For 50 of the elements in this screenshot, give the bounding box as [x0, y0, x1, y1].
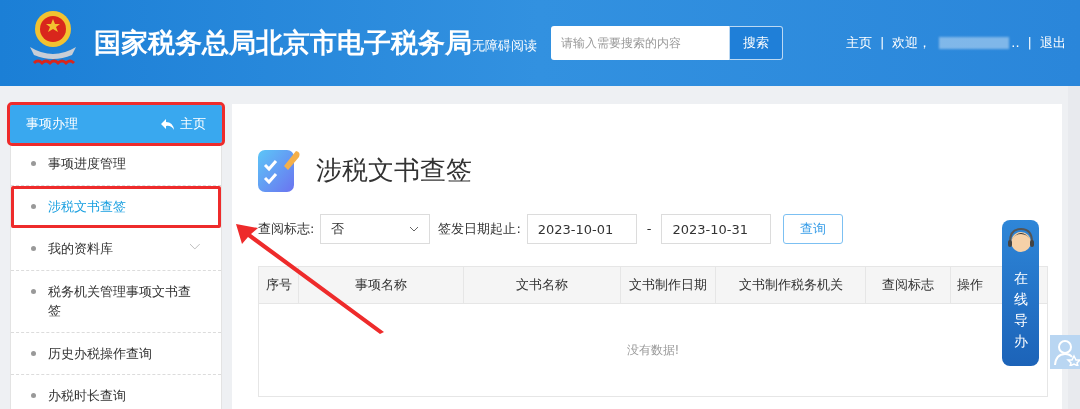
item-label: 事项进度管理	[48, 155, 127, 173]
search-button[interactable]: 搜索	[729, 26, 783, 60]
date-separator: -	[646, 220, 652, 239]
bullet-icon	[31, 161, 36, 166]
page-title: 涉税文书查签	[316, 153, 472, 187]
logout-link[interactable]: 退出	[1040, 33, 1066, 53]
ellipsis-text: ..	[1011, 34, 1020, 53]
section-title: 事项办理	[26, 115, 78, 134]
search-field[interactable]: 请输入需要搜索的内容	[551, 26, 729, 60]
column-header: 序号	[265, 276, 292, 295]
column-header: 查阅标志	[882, 276, 934, 295]
read-flag-label: 查阅标志:	[258, 220, 315, 239]
item-label: 历史办税操作查询	[48, 344, 153, 363]
column-header: 文书制作税务机关	[738, 276, 843, 295]
bullet-icon	[31, 350, 36, 356]
welcome-text: 欢迎，	[892, 34, 932, 53]
site-title: 国家税务总局北京市电子税务局	[94, 25, 472, 60]
chevron-down-icon	[409, 226, 420, 232]
end-date-field[interactable]: 2023-10-31	[661, 214, 772, 244]
bullet-icon	[31, 288, 36, 294]
sidebar-item[interactable]: 历史办税操作查询	[11, 332, 221, 375]
column-header: 事项名称	[355, 276, 407, 295]
reply-arrow-icon	[161, 118, 174, 130]
bullet-icon	[31, 393, 36, 398]
item-label: 办税时长查询	[48, 387, 127, 405]
item-label: 涉税文书查签	[48, 197, 127, 216]
sidebar-item[interactable]: 办税时长查询	[11, 375, 221, 409]
column-header: 操作	[957, 276, 983, 295]
checklist-icon	[258, 148, 302, 192]
column-header: 文书制作日期	[629, 276, 707, 295]
nav-separator: |	[879, 34, 885, 53]
read-flag-select[interactable]: 否	[320, 214, 431, 244]
user-star-icon	[1054, 338, 1080, 366]
nav-separator: |	[1027, 34, 1032, 53]
sidebar-item[interactable]: 事项进度管理	[11, 143, 221, 186]
home-link[interactable]: 主页	[845, 33, 872, 53]
item-label: 我的资料库	[48, 240, 114, 258]
date-range-label: 签发日期起止:	[438, 220, 521, 239]
start-date-field[interactable]: 2023-10-01	[526, 214, 637, 244]
sidebar-item[interactable]: 我的资料库	[11, 228, 221, 271]
bullet-icon	[31, 246, 36, 251]
online-help-button[interactable]: 在线导办	[1002, 220, 1039, 366]
sidebar-item[interactable]: 税务机关管理事项文书查签	[11, 270, 221, 333]
item-label: 税务机关管理事项文书查签	[48, 282, 192, 320]
column-header: 文书名称	[516, 276, 568, 295]
bullet-icon	[31, 203, 36, 209]
empty-message: 没有数据!	[626, 342, 680, 359]
blurred-username	[939, 37, 1010, 49]
user-star-button[interactable]	[1050, 335, 1080, 369]
online-help-label: 在线导办	[1013, 269, 1028, 351]
